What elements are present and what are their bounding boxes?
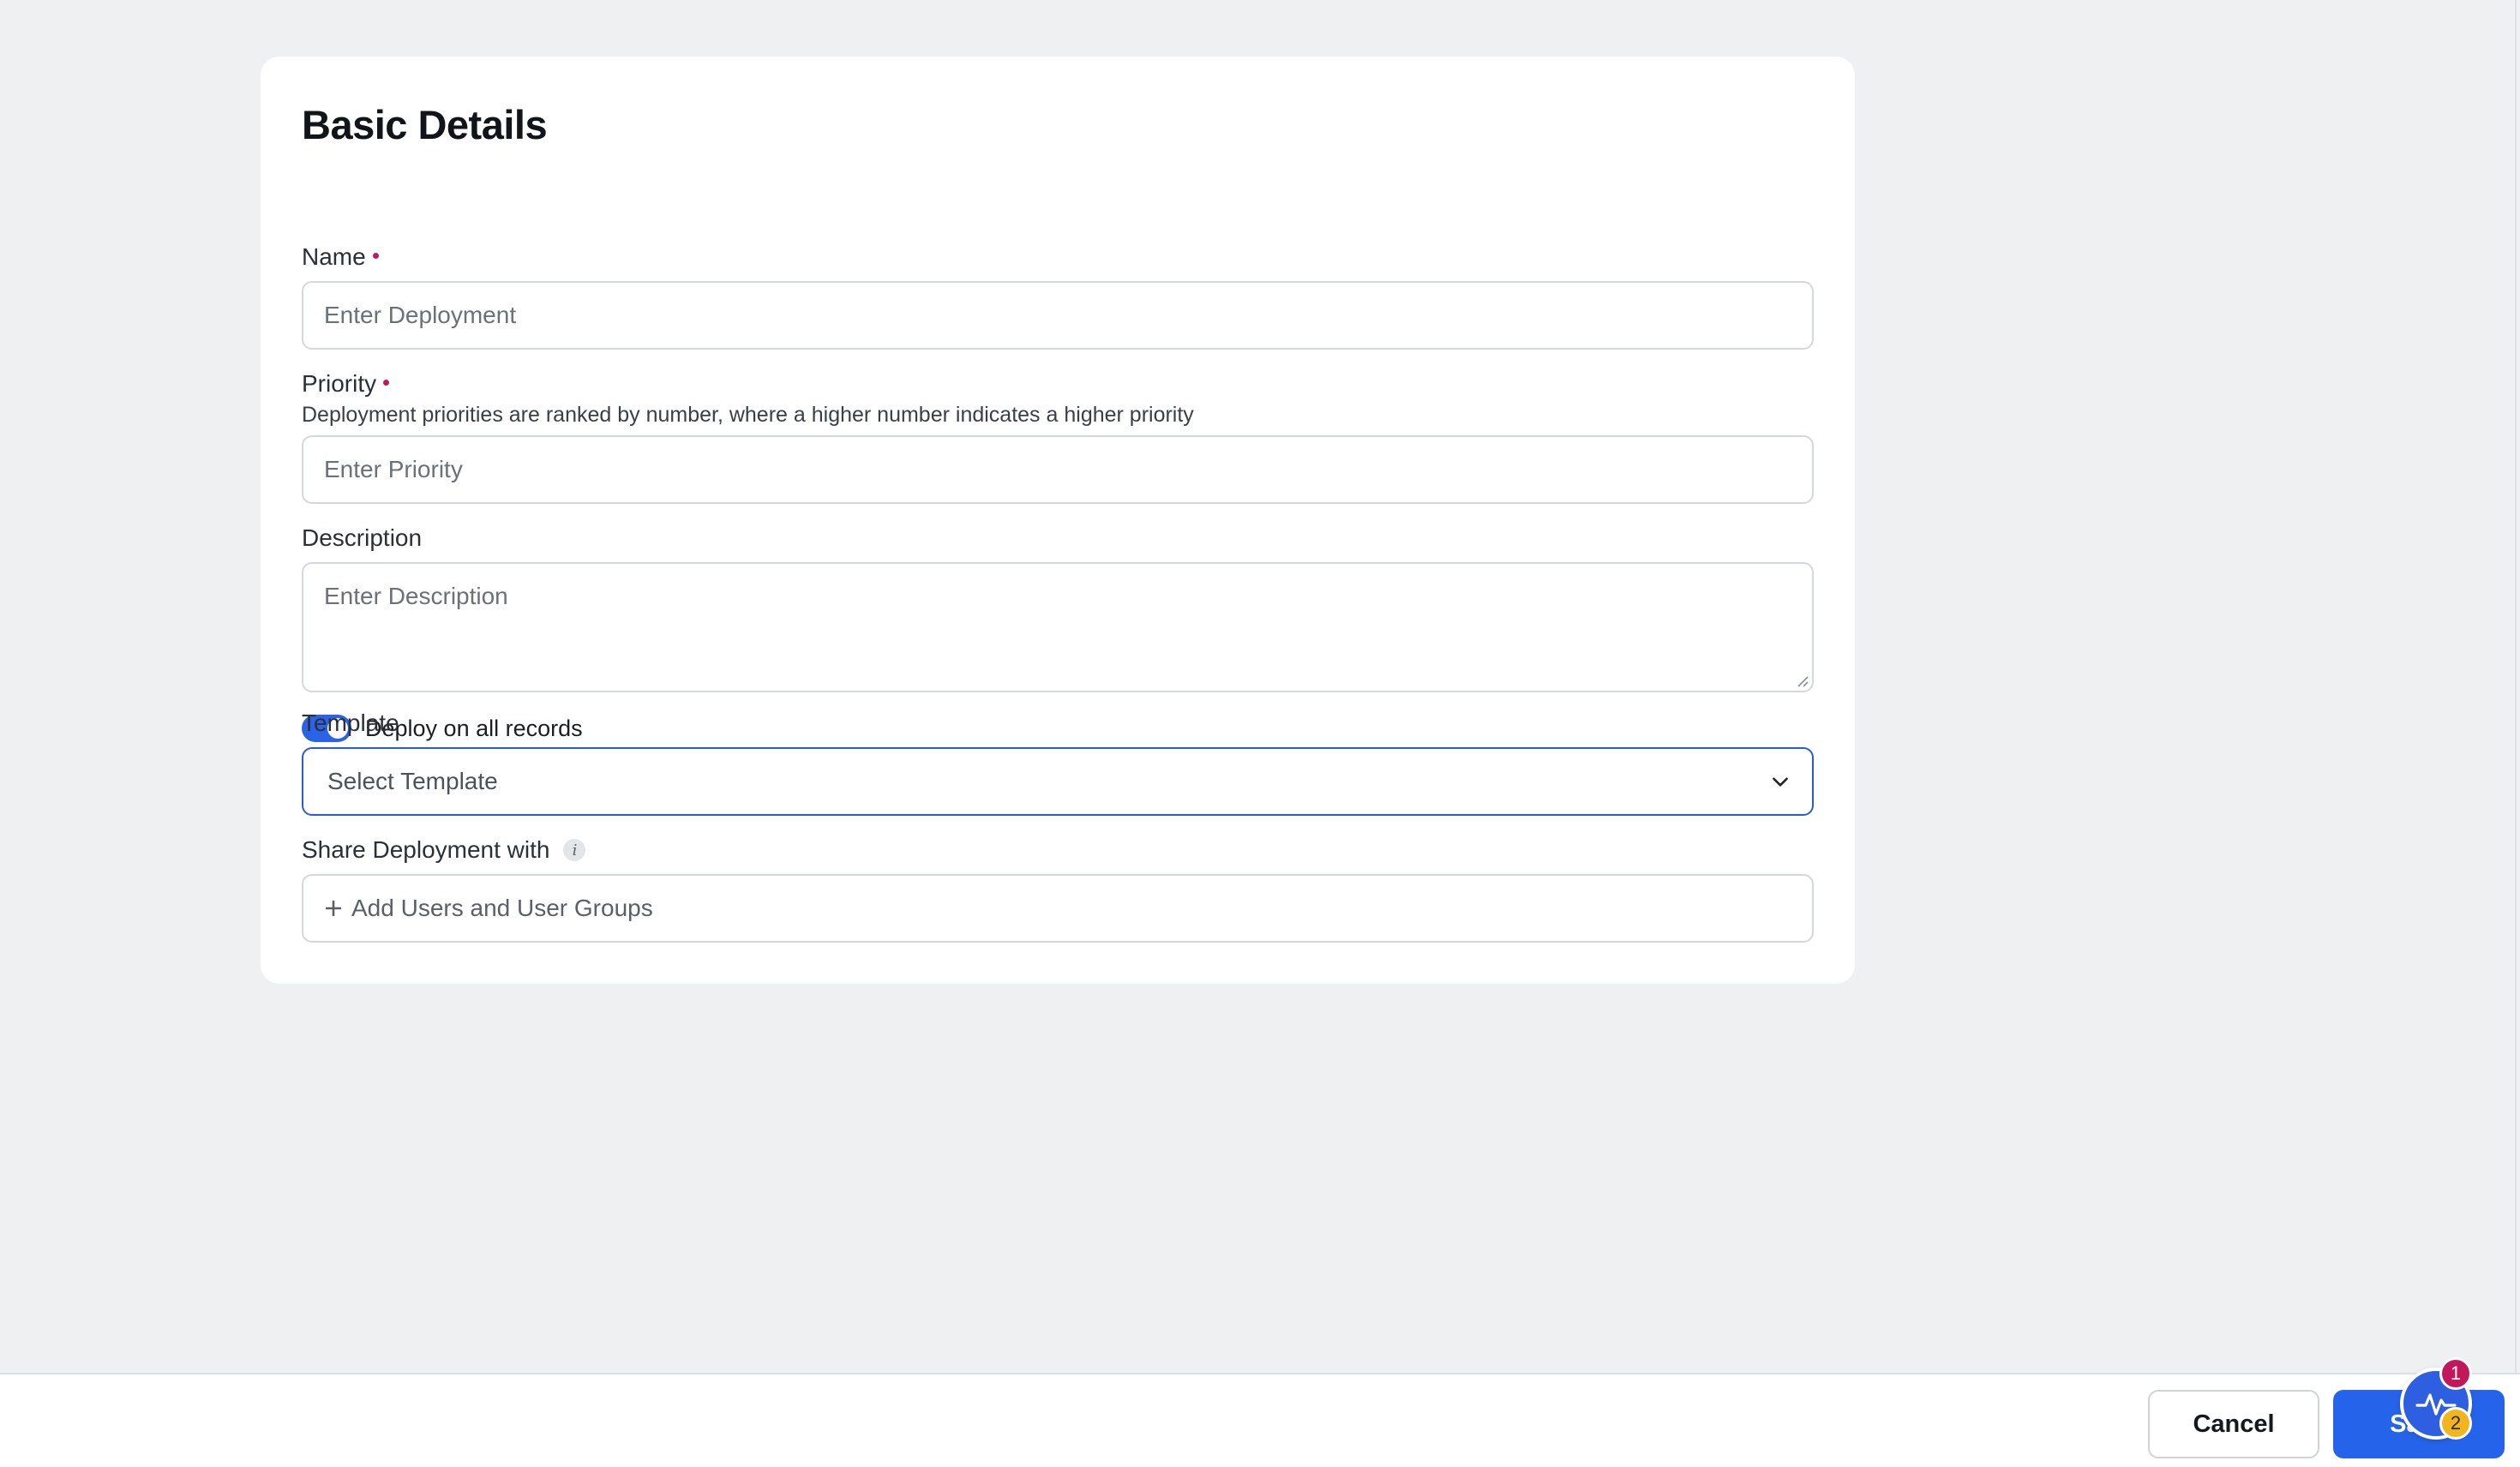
priority-helper-text: Deployment priorities are ranked by numb… (302, 403, 1194, 427)
description-textarea[interactable]: Enter Description (302, 562, 1814, 692)
priority-label: Priority (302, 370, 390, 398)
share-deployment-label-text: Share Deployment with (302, 836, 550, 863)
description-label-text: Description (302, 524, 423, 551)
footer-bar: Cancel Save (0, 1373, 2520, 1467)
template-select[interactable]: Select Template (302, 747, 1814, 816)
description-label: Description (302, 524, 422, 552)
page: Basic Details Name Enter Deployment Prio… (0, 0, 2520, 1467)
resize-grip-icon[interactable] (1795, 674, 1809, 687)
add-users-groups-field[interactable]: Add Users and User Groups (302, 874, 1814, 943)
priority-input[interactable]: Enter Priority (302, 435, 1814, 504)
add-users-label: Add Users and User Groups (351, 895, 653, 921)
cancel-button[interactable]: Cancel (2148, 1390, 2319, 1458)
basic-details-card: Basic Details Name Enter Deployment Prio… (261, 57, 1855, 984)
priority-input-placeholder: Enter Priority (324, 456, 463, 482)
scrollbar-track[interactable] (2515, 0, 2517, 1373)
card-title: Basic Details (302, 102, 548, 147)
name-input-placeholder: Enter Deployment (324, 302, 517, 328)
priority-label-text: Priority (302, 370, 377, 397)
template-label: Template (302, 710, 399, 737)
warning-badge: 2 (2439, 1407, 2472, 1440)
plus-icon (326, 901, 341, 916)
info-icon[interactable]: i (563, 839, 586, 861)
required-indicator (383, 379, 390, 386)
name-input[interactable]: Enter Deployment (302, 281, 1814, 350)
share-deployment-label: Share Deployment with i (302, 836, 586, 864)
chevron-down-icon (1773, 777, 1788, 787)
description-placeholder: Enter Description (324, 583, 508, 609)
template-label-text: Template (302, 710, 399, 736)
name-label-text: Name (302, 243, 366, 270)
required-indicator (372, 252, 379, 259)
name-label: Name (302, 243, 379, 271)
notification-badge: 1 (2439, 1357, 2472, 1390)
template-select-placeholder: Select Template (327, 768, 498, 794)
